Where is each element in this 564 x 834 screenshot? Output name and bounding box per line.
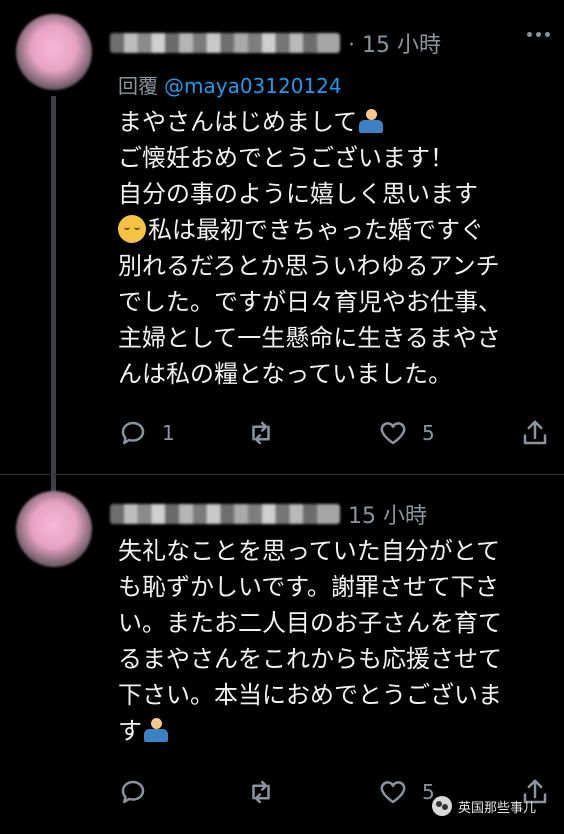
tweet-text: まやさんはじめまして ご懐妊おめでとうございます！ 自分の事のように嬉しく思いま… <box>118 104 528 392</box>
comment-bubble-icon <box>121 780 145 804</box>
tweet-1[interactable]: · 15 小時 回覆 @maya03120124 まやさんはじめまして ご懐妊おめ… <box>0 0 564 496</box>
tweet-line: 別れるだろとか思ういわゆるアンチ <box>118 252 500 280</box>
share-icon <box>523 420 547 445</box>
reply-label: 回覆 <box>118 74 158 98</box>
blurred-username[interactable] <box>110 33 340 53</box>
heart-icon <box>380 422 406 445</box>
wechat-icon <box>432 796 452 816</box>
tweet-line: も恥ずかしいです。謝罪させて下さ <box>118 573 499 601</box>
tweet-header: · 15 小時 <box>110 28 550 58</box>
share-button[interactable] <box>520 418 550 448</box>
tweet-line: 下さい。本当におめでとうございま <box>118 681 502 709</box>
retweet-button[interactable] <box>246 418 290 448</box>
tweet-line: す <box>118 717 142 745</box>
avatar[interactable] <box>16 14 92 90</box>
like-count: 5 <box>422 421 435 445</box>
reply-handle-link[interactable]: @maya03120124 <box>164 74 342 98</box>
person-bowing-emoji <box>357 107 385 135</box>
relieved-face-emoji <box>118 215 146 243</box>
blurred-username[interactable] <box>110 504 340 524</box>
replying-to: 回覆 @maya03120124 <box>118 70 342 99</box>
timestamp[interactable]: 15 小時 <box>348 498 427 530</box>
tweet-2[interactable]: 15 小時 失礼なことを思っていた自分がとて も恥ずかしいです。謝罪させて下さ … <box>0 474 564 834</box>
reply-button[interactable]: 1 <box>118 418 175 448</box>
timestamp[interactable]: · 15 小時 <box>348 27 441 59</box>
comment-bubble-icon <box>121 421 145 445</box>
retweet-button[interactable] <box>246 777 290 807</box>
like-button[interactable]: 5 <box>378 777 435 807</box>
tweet-line: 主婦として一生懸命に生きるまやさ <box>118 324 501 352</box>
reply-button[interactable] <box>118 777 162 807</box>
tweet-line: ご懐妊おめでとうございます！ <box>118 144 454 172</box>
tweet-line: 自分の事のように嬉しく思います <box>118 180 478 208</box>
reply-count: 1 <box>162 421 175 445</box>
avatar[interactable] <box>16 491 92 567</box>
tweet-line: い。またお二人目のお子さんを育て <box>118 609 502 637</box>
tweet-line: んは私の糧となっていました。 <box>118 360 453 388</box>
person-bowing-emoji <box>142 716 170 744</box>
tweet-line: るまやさんをこれからも応援させて <box>118 645 502 673</box>
tweet-text: 失礼なことを思っていた自分がとて も恥ずかしいです。謝罪させて下さ い。またお二… <box>118 533 528 749</box>
tweet-line: まやさんはじめまして <box>118 108 358 136</box>
tweet-line: 失礼なことを思っていた自分がとて <box>118 537 501 565</box>
more-options-icon[interactable] <box>527 32 550 37</box>
like-button[interactable]: 5 <box>378 418 435 448</box>
thread-line <box>51 96 56 496</box>
retweet-icon <box>252 780 270 804</box>
tweet-header: 15 小時 <box>110 499 550 529</box>
heart-icon <box>380 781 406 804</box>
watermark-text: 英国那些事儿 <box>458 800 537 816</box>
tweet-actions: 1 5 <box>118 418 550 450</box>
tweet-line: 私は最初できちゃった婚ですぐ <box>148 216 484 244</box>
retweet-icon <box>252 421 270 445</box>
watermark: 英国那些事儿 <box>432 796 536 816</box>
tweet-line: でした。ですが日々育児やお仕事、 <box>118 288 502 316</box>
